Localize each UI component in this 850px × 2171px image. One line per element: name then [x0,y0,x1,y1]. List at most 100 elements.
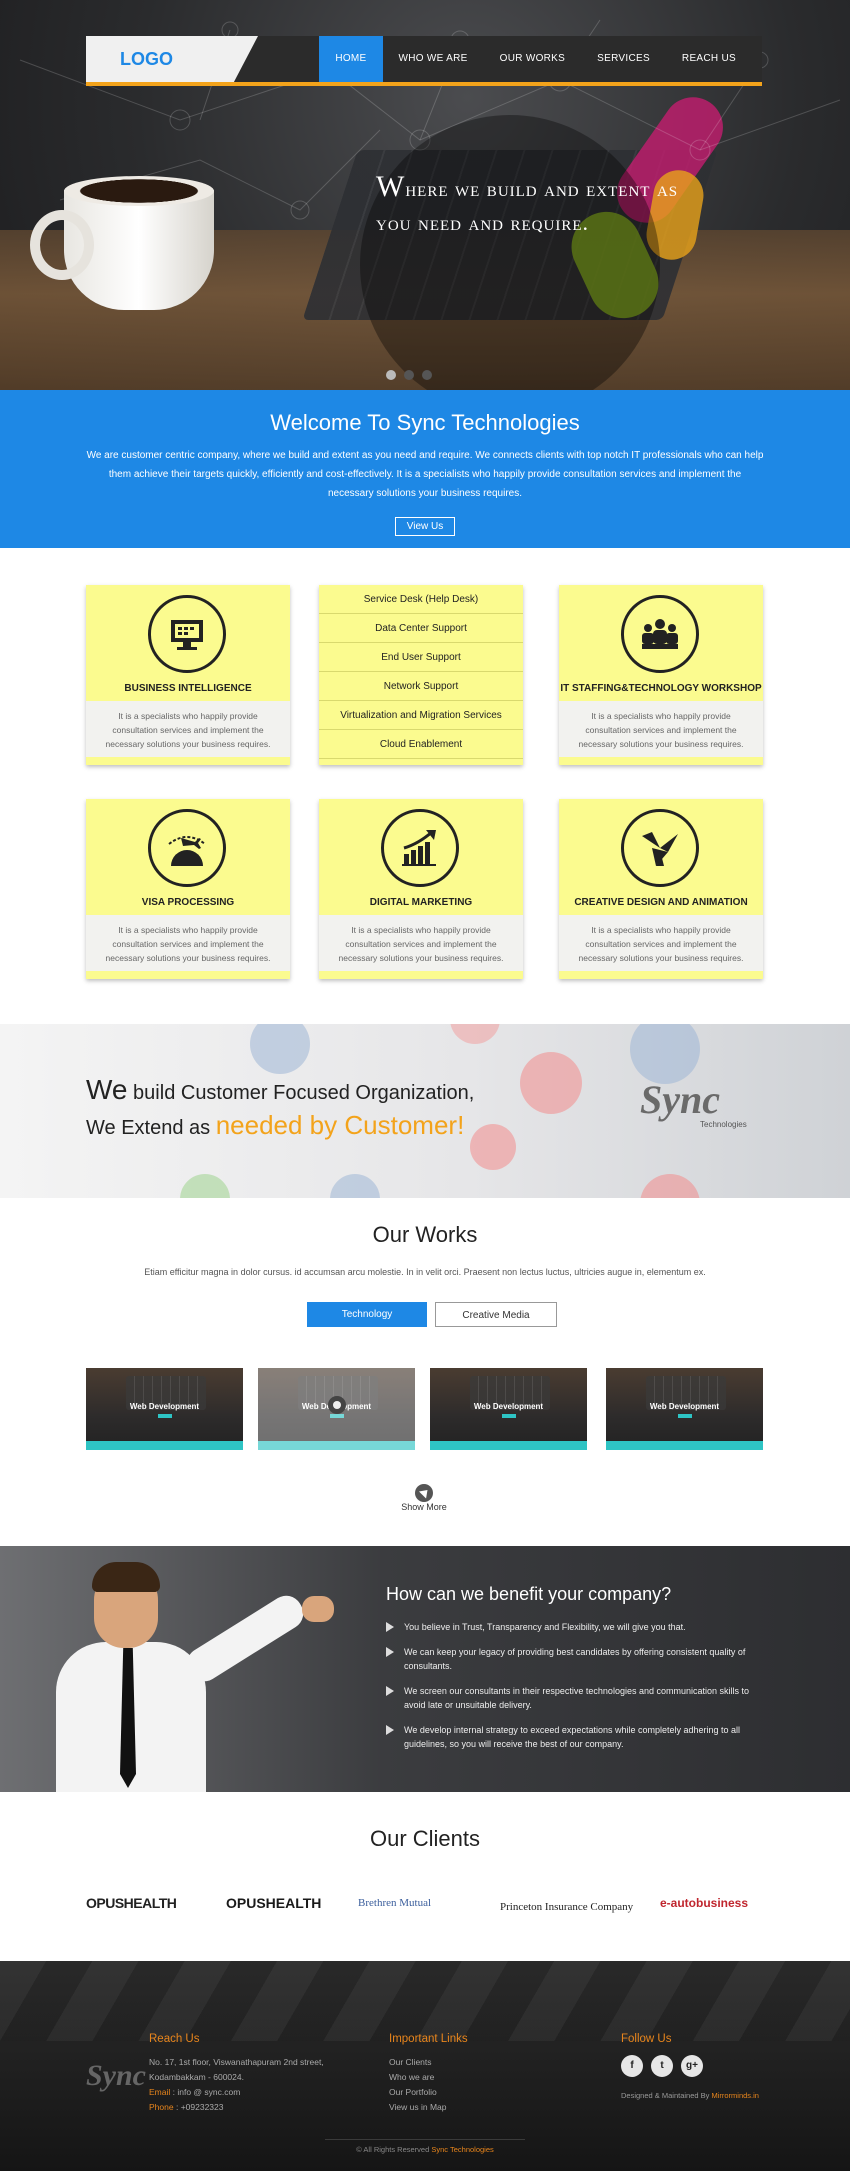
client-logo-opushealth[interactable]: OPUSHEALTH [86,1890,177,1916]
main-menu: HOME WHO WE ARE OUR WORKS SERVICES REACH… [319,36,752,82]
facebook-icon[interactable]: f [621,2055,643,2077]
airplane-globe-icon [148,809,226,887]
work-thumbnail[interactable]: Web Development [430,1368,587,1450]
team-icon [621,595,699,673]
google-plus-icon[interactable]: g+ [681,2055,703,2077]
maintained-by: Designed & Maintained By Mirrorminds.in [621,2091,759,2100]
navbar: LOGO HOME WHO WE ARE OUR WORKS SERVICES … [86,36,762,86]
footer-link-map[interactable]: View us in Map [389,2100,468,2115]
service-card-creative-design[interactable]: CREATIVE DESIGN AND ANIMATION It is a sp… [559,799,763,979]
welcome-section: Welcome To Sync Technologies We are cust… [0,390,850,548]
work-thumbnail-strip [606,1441,763,1450]
slider-dot[interactable] [422,370,432,380]
works-subtitle: Etiam efficitur magna in dolor cursus. i… [144,1267,706,1277]
benefit-list: You believe in Trust, Transparency and F… [386,1620,770,1762]
twitter-icon[interactable]: t [651,2055,673,2077]
show-more-link[interactable]: Show More [380,1502,468,1512]
benefit-item: We develop internal strategy to exceed e… [386,1723,770,1751]
benefit-item: We can keep your legacy of providing bes… [386,1645,770,1673]
work-thumbnail-button [678,1414,692,1418]
businessman-image [40,1556,334,1792]
service-card-description: It is a specialists who happily provide … [319,915,523,971]
service-list: Service Desk (Help Desk) Data Center Sup… [319,585,523,765]
work-thumbnail-title: Web Development [473,1402,544,1411]
work-thumbnail-title: Web Development [649,1402,720,1411]
eye-icon[interactable] [328,1396,346,1414]
slider-dot[interactable] [386,370,396,380]
service-card-it-staffing[interactable]: IT STAFFING&TECHNOLOGY WORKSHOP It is a … [559,585,763,765]
user-icon [250,1024,310,1074]
client-logo-opushealth[interactable]: OPUSHEALTH [226,1890,321,1916]
tab-technology[interactable]: Technology [307,1302,427,1327]
slider-dot[interactable] [404,370,414,380]
footer-divider [325,2139,525,2140]
client-logo-e-autobusiness[interactable]: e-autobusiness [660,1890,748,1916]
footer-link-our-clients[interactable]: Our Clients [389,2055,468,2070]
work-thumbnail-button [158,1414,172,1418]
nav-services[interactable]: SERVICES [581,36,666,82]
work-thumbnail[interactable]: Web Development [606,1368,763,1450]
service-card-visa-processing[interactable]: VISA PROCESSING It is a specialists who … [86,799,290,979]
work-thumbnail-strip [86,1441,243,1450]
monitor-icon [148,595,226,673]
globe-icon [330,1174,380,1198]
benefit-section: How can we benefit your company? You bel… [0,1546,850,1792]
benefit-title: How can we benefit your company? [386,1584,672,1604]
service-card-digital-marketing[interactable]: DIGITAL MARKETING It is a specialists wh… [319,799,523,979]
client-logo-brethren-mutual[interactable]: Brethren Mutual [358,1890,431,1916]
view-us-button[interactable]: View Us [394,517,456,536]
footer-links-title: Important Links [389,2033,468,2045]
service-card-description: It is a specialists who happily provide … [86,915,290,971]
slider-dots [386,370,432,380]
footer-link-our-portfolio[interactable]: Our Portfolio [389,2085,468,2100]
headset-icon [470,1124,516,1170]
service-list-item[interactable]: Network Support [319,672,523,701]
footer-social: Follow Us f t g+ Designed & Maintained B… [621,2033,759,2100]
footer-contact-title: Reach Us [149,2033,200,2045]
footer: Sync Reach Us No. 17, 1st floor, Viswana… [0,1961,850,2171]
benefit-item: We screen our consultants in their respe… [386,1684,770,1712]
service-card-description: It is a specialists who happily provide … [559,701,763,757]
pin-icon [630,1024,700,1084]
bubble-icon [450,1024,500,1044]
service-card-title: VISA PROCESSING [141,897,235,908]
nav-our-works[interactable]: OUR WORKS [484,36,581,82]
works-title: Our Works [372,1222,478,1247]
leaf-icon [180,1174,230,1198]
nav-reach-us[interactable]: REACH US [666,36,752,82]
nav-home[interactable]: HOME [319,36,383,82]
service-list-item[interactable]: Virtualization and Migration Services [319,701,523,730]
logo[interactable]: LOGO [86,36,258,82]
banner-subheadline: We Extend as needed by Customer! [86,1110,465,1140]
footer-follow-title: Follow Us [621,2033,672,2045]
service-card-title: IT STAFFING&TECHNOLOGY WORKSHOP [560,683,762,694]
work-thumbnail[interactable]: Web Development [258,1368,415,1450]
nav-who-we-are[interactable]: WHO WE ARE [383,36,484,82]
work-thumbnail[interactable]: Web Development [86,1368,243,1450]
heart-icon [640,1174,700,1198]
hero-coffee-cup-image [30,176,214,310]
tab-creative-media[interactable]: Creative Media [435,1302,557,1327]
sync-logo-subtitle: Technologies [700,1120,747,1129]
service-card-title: CREATIVE DESIGN AND ANIMATION [574,897,748,908]
footer-pattern [0,1961,850,2041]
copyright: © All Rights Reserved Sync Technologies [356,2145,494,2154]
service-list-item[interactable]: Cloud Enablement [319,730,523,759]
footer-links: Important Links Our Clients Who we are O… [389,2033,468,2115]
origami-bird-icon [621,809,699,887]
customer-focus-banner: We build Customer Focused Organization, … [0,1024,850,1198]
client-logo-princeton[interactable]: Princeton Insurance Company [500,1894,633,1920]
service-card-business-intelligence[interactable]: BUSINESS INTELLIGENCE It is a specialist… [86,585,290,765]
service-card-description: It is a specialists who happily provide … [86,701,290,757]
service-list-item[interactable]: Service Desk (Help Desk) [319,585,523,614]
footer-link-who-we-are[interactable]: Who we are [389,2070,468,2085]
hero-title: Where we build and extent as you need an… [376,170,679,235]
mail-icon [520,1052,582,1114]
footer-logo: Sync [86,2059,146,2092]
service-list-item[interactable]: End User Support [319,643,523,672]
maintainer-link[interactable]: Mirrorminds.in [711,2091,759,2100]
work-thumbnail-strip [258,1441,415,1450]
arrow-up-right-icon[interactable] [415,1484,433,1502]
email-line: Email : info @ sync.com [149,2087,241,2097]
service-list-item[interactable]: Data Center Support [319,614,523,643]
